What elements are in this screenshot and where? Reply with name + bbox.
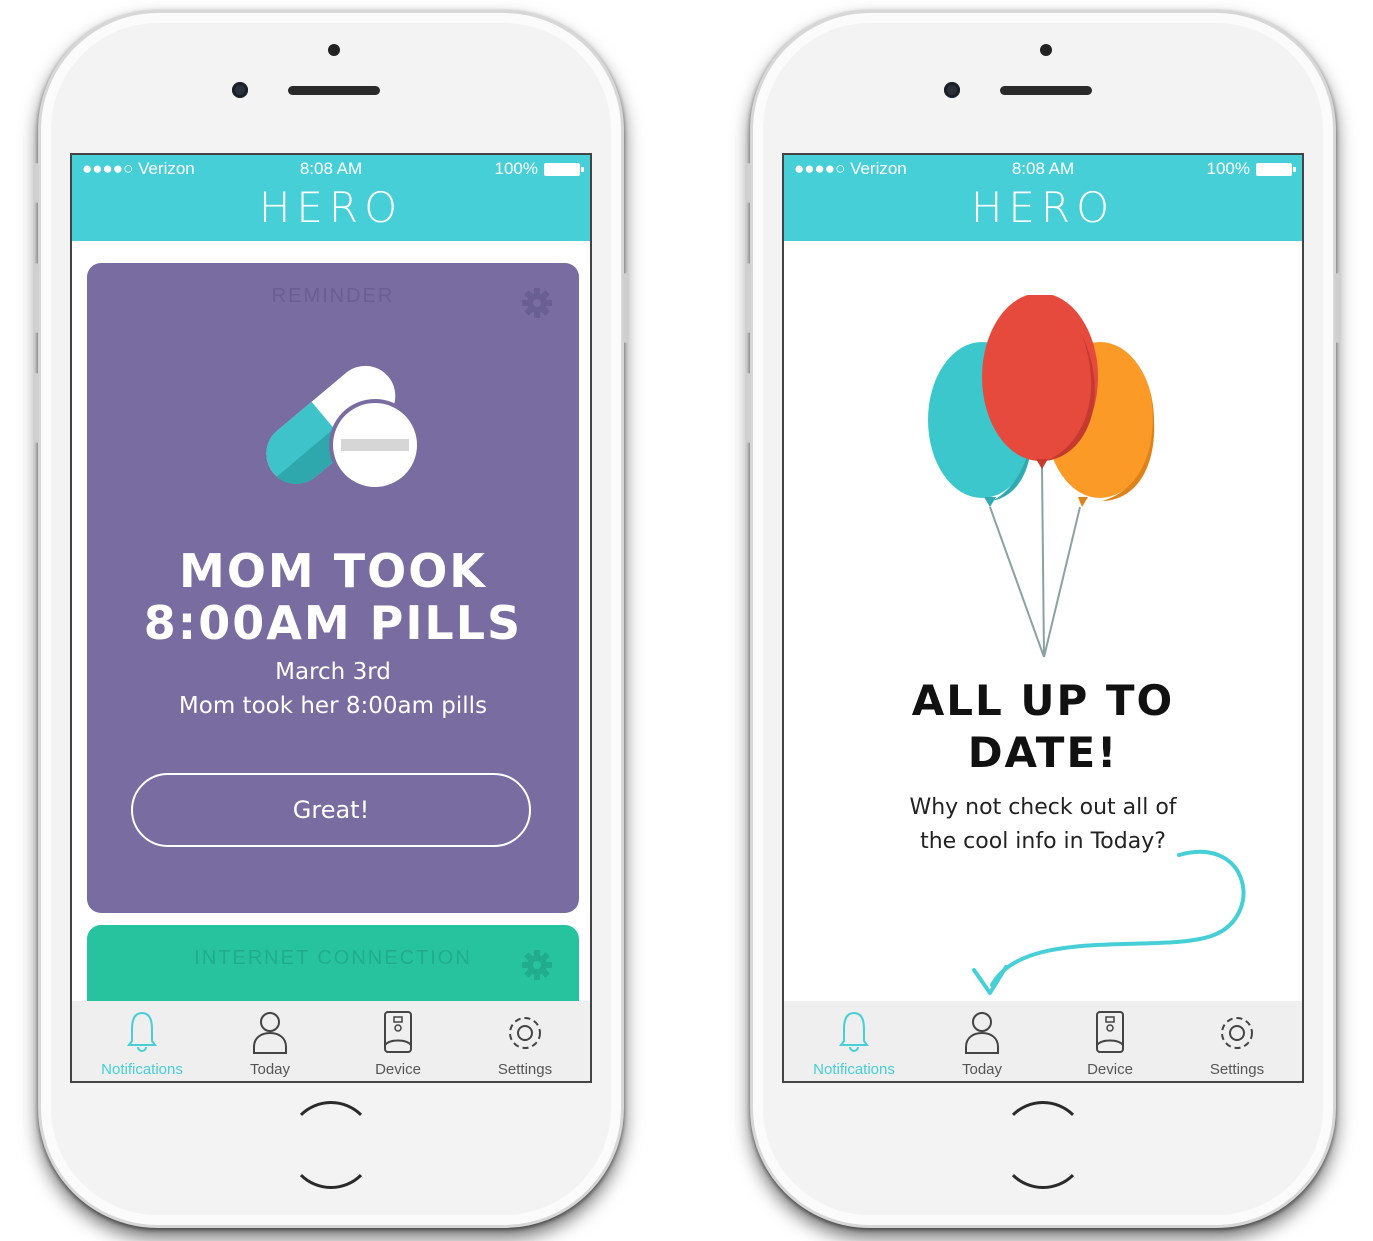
tab-device[interactable]: Device: [333, 1001, 463, 1081]
volume-up-button: [33, 263, 39, 333]
tab-bar: Notifications Today Device Settings: [784, 1001, 1302, 1081]
tab-notifications[interactable]: Notifications: [789, 1001, 919, 1081]
mute-switch: [745, 163, 751, 203]
person-icon: [965, 1012, 999, 1054]
tab-label: Notifications: [813, 1061, 895, 1078]
battery-icon: [1256, 162, 1296, 176]
mute-switch: [33, 163, 39, 203]
gear-icon: [509, 1017, 541, 1049]
headline-line-1: MOM TOOK: [179, 544, 487, 598]
tab-settings[interactable]: Settings: [460, 1001, 590, 1081]
up-to-date-headline: ALL UP TO DATE!: [784, 675, 1302, 779]
curved-arrow-icon: [972, 849, 1246, 995]
tab-label: Today: [249, 1061, 291, 1078]
tab-today[interactable]: Today: [205, 1001, 335, 1081]
tab-label: Settings: [497, 1061, 553, 1078]
front-camera: [232, 82, 248, 98]
volume-down-button: [33, 373, 39, 443]
status-bar: ●●●●○ Verizon 8:08 AM 100%: [784, 159, 1302, 181]
earpiece-speaker: [288, 86, 380, 95]
card-label: REMINDER: [271, 285, 395, 307]
volume-down-button: [745, 373, 751, 443]
app-header: ●●●●○ Verizon 8:08 AM 100% HERO: [784, 155, 1302, 241]
battery-indicator: 100%: [1206, 159, 1296, 179]
home-button[interactable]: [287, 1101, 375, 1189]
volume-up-button: [745, 263, 751, 333]
app-header: ●●●●○ Verizon 8:08 AM 100% HERO: [72, 155, 590, 241]
reminder-headline: MOM TOOK 8:00AM PILLS: [87, 545, 579, 649]
tab-label: Notifications: [101, 1061, 183, 1078]
tab-today[interactable]: Today: [917, 1001, 1047, 1081]
battery-percent: 100%: [494, 159, 538, 178]
reminder-card: REMINDER MOM TOOK 8:00AM PILLS March 3rd…: [87, 263, 579, 913]
device-icon: [384, 1011, 412, 1053]
tab-notifications[interactable]: Notifications: [77, 1001, 207, 1081]
proximity-sensor: [1040, 44, 1052, 56]
tab-device[interactable]: Device: [1045, 1001, 1175, 1081]
power-button: [1335, 273, 1341, 343]
headline-line-2: 8:00AM PILLS: [143, 596, 523, 650]
tab-label: Device: [1087, 1061, 1133, 1078]
pills-icon: [266, 365, 421, 491]
message-line-1: Why not check out all of: [909, 795, 1177, 820]
battery-percent: 100%: [1206, 159, 1250, 178]
tab-label: Today: [961, 1061, 1003, 1078]
card-label: INTERNET CONNECTION: [194, 947, 472, 969]
person-icon: [253, 1012, 287, 1054]
app-title: HERO: [970, 183, 1116, 232]
gear-icon: [1221, 1017, 1253, 1049]
tab-settings[interactable]: Settings: [1172, 1001, 1302, 1081]
power-button: [623, 273, 629, 343]
reminder-body: Mom took her 8:00am pills: [178, 693, 488, 719]
battery-indicator: 100%: [494, 159, 584, 179]
tab-label: Settings: [1209, 1061, 1265, 1078]
tab-bar: Notifications Today Device Settings: [72, 1001, 590, 1081]
screen-all-up-to-date: ●●●●○ Verizon 8:08 AM 100% HERO ALL UP T…: [782, 153, 1304, 1083]
status-bar: ●●●●○ Verizon 8:08 AM 100%: [72, 159, 590, 181]
proximity-sensor: [328, 44, 340, 56]
balloons-icon: [928, 295, 1155, 658]
reminder-date: March 3rd: [275, 659, 391, 685]
front-camera: [944, 82, 960, 98]
great-button[interactable]: Great!: [131, 773, 531, 847]
app-title: HERO: [258, 183, 404, 232]
earpiece-speaker: [1000, 86, 1092, 95]
battery-icon: [544, 162, 584, 176]
phone-left: ●●●●○ Verizon 8:08 AM 100% HERO REMINDER: [33, 10, 629, 1228]
bell-icon: [127, 1011, 157, 1052]
phone-right: ●●●●○ Verizon 8:08 AM 100% HERO ALL UP T…: [745, 10, 1341, 1228]
home-button[interactable]: [999, 1101, 1087, 1189]
headline-line-1: ALL UP TO: [911, 676, 1175, 725]
card-settings-gear-icon[interactable]: [521, 287, 553, 319]
headline-line-2: DATE!: [967, 728, 1119, 777]
bell-icon: [839, 1011, 869, 1052]
tab-label: Device: [375, 1061, 421, 1078]
card-settings-gear-icon[interactable]: [521, 949, 553, 981]
device-icon: [1096, 1011, 1124, 1053]
screen-notifications: ●●●●○ Verizon 8:08 AM 100% HERO REMINDER: [70, 153, 592, 1083]
